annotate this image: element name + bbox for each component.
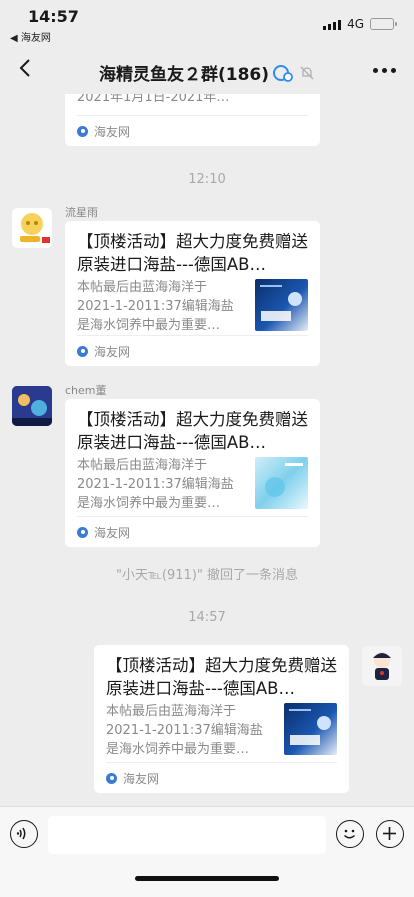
timestamp: 12:10: [188, 172, 226, 187]
back-to-app-link[interactable]: ◀ 海友网: [10, 29, 51, 44]
more-menu-icon[interactable]: [373, 68, 396, 73]
card-thumbnail: [284, 703, 337, 755]
card-source-label: 海友网: [94, 344, 131, 359]
sender-name: chem董: [65, 384, 107, 397]
link-card[interactable]: 2021年1月1日-2021年… 海友网: [65, 94, 320, 146]
battery-icon: [370, 18, 397, 30]
message-list[interactable]: 2021年1月1日-2021年… 海友网 12:10 流星雨 【顶楼活动】超大力…: [0, 94, 414, 806]
site-icon: [77, 526, 88, 538]
status-time: 14:57: [28, 7, 79, 26]
card-source: 海友网: [106, 762, 337, 793]
timestamp: 14:57: [188, 610, 226, 625]
card-source: 海友网: [77, 115, 308, 146]
emoji-button[interactable]: [336, 820, 364, 848]
card-title: 【顶楼活动】超大力度免费赠送原装进口海盐---德国AB…: [106, 656, 337, 698]
link-card[interactable]: 【顶楼活动】超大力度免费赠送原装进口海盐---德国AB… 本帖最后由蓝海海洋于2…: [94, 645, 349, 793]
smile-icon: [343, 829, 356, 839]
avatar[interactable]: [12, 208, 52, 248]
more-actions-button[interactable]: [376, 820, 404, 848]
status-bar: 14:57 ◀ 海友网 4G: [0, 0, 414, 46]
card-title: 【顶楼活动】超大力度免费赠送原装进口海盐---德国AB…: [77, 410, 308, 452]
card-source-label: 海友网: [94, 124, 131, 139]
card-description: 2021年1月1日-2021年…: [77, 94, 230, 105]
site-icon: [77, 125, 88, 137]
recall-notice: "小天℡(911)" 撤回了一条消息: [115, 568, 298, 583]
home-indicator: [135, 876, 279, 881]
link-card[interactable]: 【顶楼活动】超大力度免费赠送原装进口海盐---德国AB… 本帖最后由蓝海海洋于2…: [65, 399, 320, 547]
link-card[interactable]: 【顶楼活动】超大力度免费赠送原装进口海盐---德国AB… 本帖最后由蓝海海洋于2…: [65, 221, 320, 366]
avatar[interactable]: [362, 646, 402, 686]
card-source-label: 海友网: [123, 771, 160, 786]
signal-icon: [323, 18, 342, 30]
voice-icon: [16, 827, 26, 840]
card-description: 本帖最后由蓝海海洋于2021-1-2011:37编辑海盐是海水饲养中最为重要…: [77, 280, 234, 333]
status-indicators: 4G: [323, 17, 397, 31]
sender-name: 流星雨: [65, 206, 98, 219]
card-source: 海友网: [77, 516, 308, 547]
site-icon: [106, 772, 117, 784]
card-thumbnail: [255, 279, 308, 331]
site-icon: [77, 345, 88, 357]
mute-bell-icon: [300, 66, 314, 79]
page-title: 海精灵鱼友２群(186): [98, 65, 270, 85]
voice-button[interactable]: [10, 820, 38, 848]
group-chat-icon: [273, 64, 293, 82]
card-description: 本帖最后由蓝海海洋于2021-1-2011:37编辑海盐是海水饲养中最为重要…: [106, 704, 263, 757]
message-input[interactable]: [48, 816, 326, 854]
input-bar: [0, 806, 414, 897]
card-description: 本帖最后由蓝海海洋于2021-1-2011:37编辑海盐是海水饲养中最为重要…: [77, 458, 234, 511]
network-label: 4G: [347, 17, 364, 31]
card-thumbnail: [255, 457, 308, 509]
chat-header: 海精灵鱼友２群(186): [0, 46, 414, 94]
card-title: 【顶楼活动】超大力度免费赠送原装进口海盐---德国AB…: [77, 232, 308, 274]
card-source-label: 海友网: [94, 525, 131, 540]
avatar[interactable]: [12, 386, 52, 426]
card-source: 海友网: [77, 335, 308, 366]
plus-icon: [383, 827, 396, 840]
